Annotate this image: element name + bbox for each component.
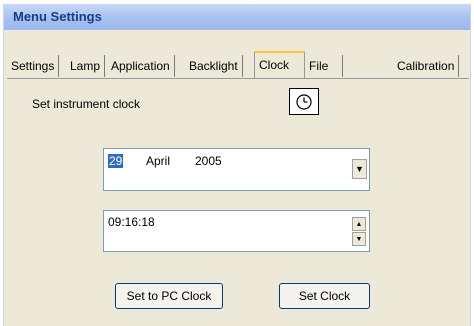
time-value[interactable]: 09:16:18 [108,215,155,229]
date-month-field[interactable]: April [146,154,170,168]
clock-icon [296,93,312,110]
arrow-up-icon: ▲ [355,220,363,228]
tab-backlight[interactable]: Backlight [185,55,243,77]
date-picker[interactable]: 29 April 2005 ▼ [103,148,370,191]
tab-calibration[interactable]: Calibration [393,55,460,77]
set-instrument-clock-label: Set instrument clock [32,97,141,111]
tab-file[interactable]: File [305,55,343,77]
tab-strip: Settings Lamp Application Backlight Cloc… [4,51,470,79]
title-bar: Menu Settings [4,4,470,30]
date-day-field[interactable]: 29 [108,154,124,168]
tab-clock[interactable]: Clock [254,51,305,78]
time-input[interactable]: 09:16:18 ▲ ▼ [103,210,370,252]
time-spin-down-button[interactable]: ▼ [352,232,366,246]
date-dropdown-button[interactable]: ▼ [352,159,367,179]
time-spin-up-button[interactable]: ▲ [352,217,366,231]
clock-icon-box [289,88,319,115]
clock-tab-pane [7,78,469,326]
set-clock-button[interactable]: Set Clock [279,283,370,309]
tab-settings[interactable]: Settings [7,55,60,77]
tab-lamp[interactable]: Lamp [66,55,106,77]
window-title: Menu Settings [13,9,102,24]
chevron-down-icon: ▼ [355,164,364,174]
date-year-field[interactable]: 2005 [195,154,222,168]
arrow-down-icon: ▼ [355,235,363,243]
set-to-pc-clock-button[interactable]: Set to PC Clock [115,283,223,309]
tab-application[interactable]: Application [107,55,175,77]
